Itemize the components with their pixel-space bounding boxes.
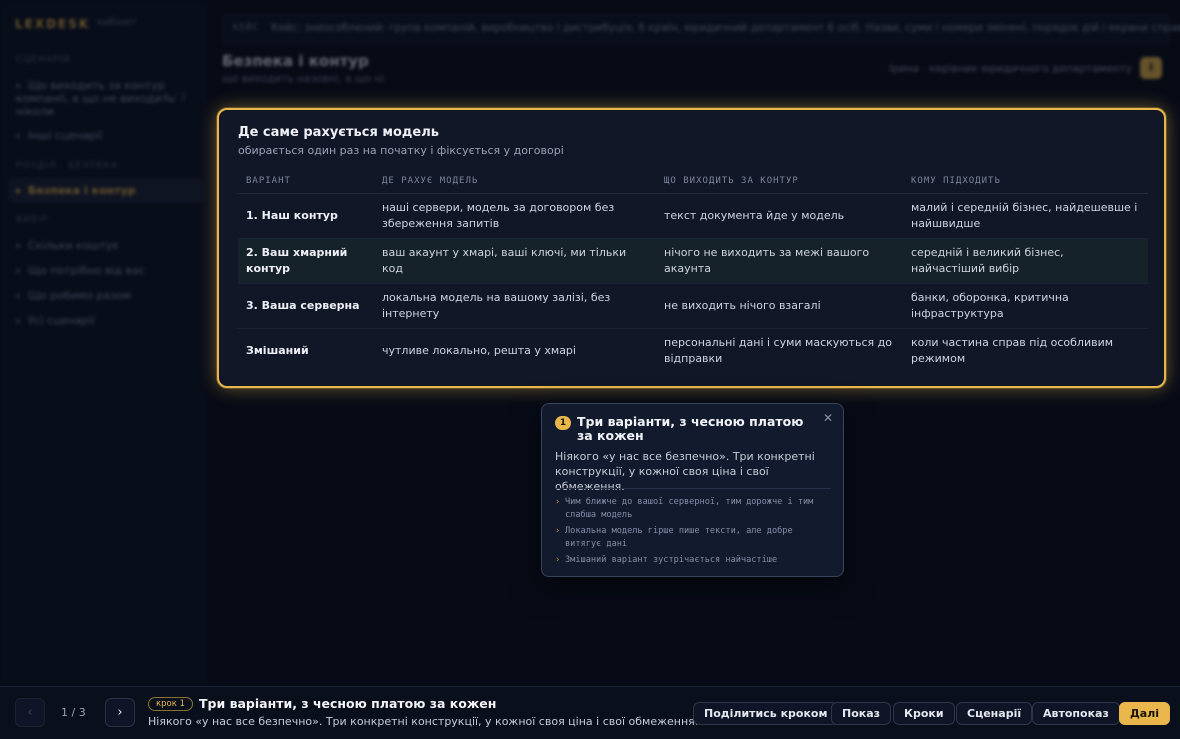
tour-controls: ‹ 1 / 3 › крок 1 Три варіанти, з чесною … [0, 686, 1180, 739]
page-counter: 1 / 3 [61, 706, 86, 719]
brand-subtitle: кабінет [97, 17, 137, 28]
table-cell: коли частина справ під особливим режимом [911, 336, 1114, 365]
step-description: Ніякого «у нас все безпечно». Три конкре… [148, 715, 699, 728]
sidebar-item-all-scenarios[interactable]: Усі сценарії [16, 314, 186, 327]
table-cell: локальна модель на вашому залізі, без ін… [374, 283, 656, 329]
step-title: Три варіанти, з чесною платою за кожен [199, 696, 497, 711]
bullet-icon [16, 84, 20, 88]
sidebar-item-label: Скільки коштує [28, 239, 119, 252]
table-cell: нічого не виходить за межі вашого акаунт… [656, 238, 903, 284]
bullet-icon [16, 319, 20, 323]
tooltip-bullets: Чим ближче до вашої серверної, тим дорож… [555, 496, 831, 570]
list-item: Локальна модель гірше пише тексти, але д… [555, 525, 831, 551]
card-title: Де саме рахується модель [238, 125, 439, 140]
card-subtitle: обирається один раз на початку і фіксуєт… [238, 144, 564, 157]
step-number-badge: 1 [555, 416, 571, 430]
divider [555, 488, 831, 489]
table-row: 1. Наш контур наші сервери, модель за до… [238, 193, 1148, 239]
table-cell: чутливе локально, решта у хмарі [382, 344, 576, 357]
brand-logo: LEXDESK [15, 17, 91, 31]
steps-button[interactable]: Кроки [893, 702, 955, 725]
table-cell: середній і великий бізнес, найчастіший в… [903, 238, 1148, 284]
table-cell: не виходить нічого взагалі [656, 283, 903, 329]
bullet-icon [16, 134, 20, 138]
sidebar-item-label: Усі сценарії [28, 314, 95, 327]
tour-tooltip: 1 Три варіанти, з чесною платою за кожен… [541, 403, 844, 577]
sidebar-section-choice: Вибір [16, 215, 49, 225]
table-cell: 3. Ваша серверна [238, 283, 374, 329]
close-icon[interactable]: ✕ [823, 411, 833, 425]
sidebar-item-requirements[interactable]: Що потрібно від вас [16, 264, 186, 277]
autoplay-button[interactable]: Автопоказ [1032, 702, 1120, 725]
case-banner: КЕЙС Кейс: знеособлений: група компаній,… [222, 14, 1180, 44]
bullet-icon [16, 244, 20, 248]
avatar[interactable]: І [1140, 57, 1162, 79]
sidebar-item-other-scenarios[interactable]: Інші сценарії [16, 129, 186, 142]
share-step-button[interactable]: Поділитись кроком [693, 702, 839, 725]
bullet-icon [16, 189, 20, 193]
table-cell: наші сервери, модель за договором без зб… [374, 193, 656, 239]
table-cell: персональні дані і суми маскуються до ві… [664, 336, 892, 365]
tooltip-title: Три варіанти, з чесною платою за кожен [577, 414, 804, 443]
table-row: 3. Ваша серверна локальна модель на вашо… [238, 283, 1148, 329]
table-cell: малий і середній бізнес, найдешевше і на… [903, 193, 1148, 239]
highlighted-card: Де саме рахується модель обирається один… [217, 108, 1166, 388]
column-header-variant: Варіант [238, 168, 374, 194]
prev-button[interactable]: ‹ [15, 698, 45, 727]
table-cell: текст документа йде у модель [656, 193, 903, 239]
page-title: Безпека і контур [222, 52, 369, 70]
page-subtitle: що виходить назовні, а що ні [222, 73, 385, 85]
table-header-row: Варіант Де рахує модель Що виходить за к… [238, 168, 1148, 194]
table-cell: банки, оборонка, критична інфраструктура [903, 283, 1148, 329]
table-cell: 1. Наш контур [238, 193, 374, 239]
next-button[interactable]: Далі [1119, 702, 1171, 725]
list-item: Чим ближче до вашої серверної, тим дорож… [555, 496, 831, 522]
sidebar: LEXDESK кабінет Сценарій Що виходить за … [0, 0, 206, 686]
sidebar-section-scenario: Сценарій [16, 55, 71, 65]
column-header-where: Де рахує модель [374, 168, 656, 194]
next-arrow-button[interactable]: › [105, 698, 135, 727]
table-row: 2. Ваш хмарний контур ваш акаунт у хмарі… [238, 238, 1148, 284]
sidebar-item-together[interactable]: Що робимо разом [16, 289, 186, 302]
user-role: Ірина · керівник юридичного департаменту [889, 63, 1132, 75]
column-header-outside: Що виходить за контур [656, 168, 903, 194]
case-tag: КЕЙС [233, 23, 259, 33]
list-item: Змішаний варіант зустрічається найчастіш… [555, 554, 831, 567]
table-cell: 2. Ваш хмарний контур [238, 238, 374, 284]
sidebar-item-cost[interactable]: Скільки коштує [16, 239, 186, 252]
sidebar-item-label: Безпека і контур [28, 184, 136, 197]
table-row: Змішаний чутливе локально, решта у хмарі… [238, 329, 1148, 374]
sidebar-item-label: Що потрібно від вас [28, 264, 145, 277]
sidebar-item-security[interactable]: Безпека і контур [9, 178, 203, 203]
options-table: Варіант Де рахує модель Що виходить за к… [238, 168, 1148, 373]
scenario-count: 1 / 3 [163, 92, 186, 103]
table-cell: Змішаний [246, 344, 309, 357]
table-cell: ваш акаунт у хмарі, ваші ключі, ми тільк… [374, 238, 656, 284]
case-text: Кейс: знеособлений: група компаній, виро… [271, 22, 1180, 34]
column-header-fits: Кому підходить [903, 168, 1148, 194]
bullet-icon [16, 269, 20, 273]
scenarios-button[interactable]: Сценарії [956, 702, 1033, 725]
sidebar-item-label: Інші сценарії [28, 129, 103, 142]
sidebar-item-label: Що робимо разом [28, 289, 132, 302]
show-button[interactable]: Показ [831, 702, 892, 725]
sidebar-item-scenario[interactable]: Що виходить за контур компанії, а що не … [16, 79, 186, 118]
sidebar-item-label: Що виходить за контур компанії, а що не … [16, 79, 175, 118]
step-badge: крок 1 [148, 697, 193, 711]
bullet-icon [16, 294, 20, 298]
sidebar-section-security: Розділ · Безпека [16, 161, 118, 171]
